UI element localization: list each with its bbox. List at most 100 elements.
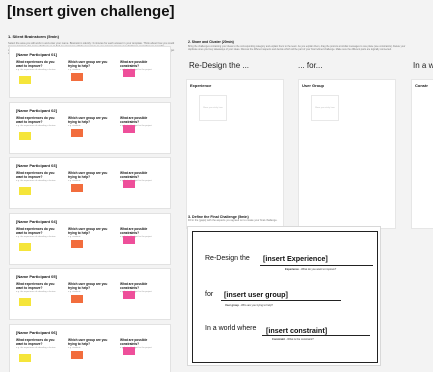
question-text: Which user group are you trying to help? [68, 60, 108, 68]
placeholder-sticky[interactable]: Move your sticky here [311, 95, 339, 121]
user-group-underline [221, 300, 341, 301]
question-text: What experiences do you want to improve? [16, 282, 55, 290]
question-text: What are possible constraints? [120, 115, 148, 124]
sticky-note[interactable] [71, 350, 83, 359]
placeholder-sticky[interactable]: Move your sticky here [199, 95, 227, 121]
user-group-note: User group - Who are you trying to help? [225, 304, 273, 307]
participant-name[interactable]: [Name Participant 02] [16, 108, 57, 113]
participant-name[interactable]: [Name Participant 03] [16, 163, 57, 168]
question-hint: e.g. the experience of attending a lectu… [16, 124, 56, 127]
question-column: What experiences do you want to improve?… [16, 338, 62, 349]
question-text: What are possible constraints? [120, 60, 148, 68]
participant-card[interactable]: [Name Participant 05] What experiences do… [9, 268, 171, 320]
section-title: 1. Silent Brainstorm (5min) [8, 34, 59, 39]
question-text: Which user group are you trying to help? [68, 337, 108, 346]
section-title: 2. Share and Cluster (20min) [188, 40, 234, 44]
question-hint: e.g. the experience of attending a lectu… [16, 180, 56, 182]
column-heading-world: In a w [413, 61, 433, 70]
participant-name[interactable]: [Name Participant 06] [16, 330, 57, 335]
share-and-cluster-section: 2. Share and Cluster (20min) Bring the c… [186, 34, 433, 229]
sticky-note[interactable] [123, 180, 135, 188]
participant-name[interactable]: [Name Participant 01] [16, 52, 57, 57]
sticky-note[interactable] [123, 291, 135, 299]
experience-blank[interactable]: [insert Experience] [263, 254, 328, 263]
experience-note: Experience - What do you want to improve… [285, 268, 337, 271]
section-description: Fill in the [gaps] with the aspects you … [188, 219, 278, 222]
question-text: What are possible constraints? [120, 226, 148, 235]
question-hint: e.g. students [68, 69, 81, 71]
question-hint: e.g. students [68, 291, 81, 293]
question-column: What experiences do you want to improve?… [16, 282, 62, 293]
question-hint: e.g. the experience of attending a lectu… [16, 291, 56, 293]
sticky-note[interactable] [19, 242, 31, 251]
experience-underline [260, 265, 373, 266]
panel-label: User Group [302, 83, 325, 88]
sticky-note[interactable] [123, 69, 135, 77]
panel-label: Constr [415, 83, 428, 88]
world-prefix: In a world where [205, 325, 257, 332]
sticky-note[interactable] [19, 131, 31, 140]
question-column: What experiences do you want to improve?… [16, 60, 62, 71]
question-text: What are possible constraints? [120, 171, 148, 179]
sticky-note[interactable] [19, 353, 31, 362]
constraint-panel[interactable]: Constr [411, 79, 433, 229]
sticky-note[interactable] [71, 184, 83, 192]
question-text: Which user group are you trying to help? [68, 226, 108, 235]
question-text: What are possible constraints? [120, 282, 148, 290]
question-column: Which user group are you trying to help?… [68, 338, 114, 349]
question-text: What experiences do you want to improve? [16, 60, 55, 68]
participant-card[interactable]: [Name Participant 03] What experiences do… [9, 157, 171, 209]
question-column: Which user group are you trying to help?… [68, 227, 114, 238]
sticky-note[interactable] [71, 73, 83, 81]
final-challenge-box: Re-Design the [insert Experience] Experi… [187, 226, 381, 366]
question-column: Which user group are you trying to help?… [68, 171, 114, 182]
participant-card[interactable]: [Name Participant 06] What experiences do… [9, 323, 171, 372]
question-text: Which user group are you trying to help? [68, 171, 108, 179]
participant-name[interactable]: [Name Participant 04] [16, 219, 57, 224]
question-hint: e.g. the experience of attending a lectu… [16, 69, 56, 71]
constraint-underline [262, 335, 370, 336]
participant-card[interactable]: [Name Participant 04] What experiences do… [9, 212, 171, 265]
question-text: What experiences do you want to improve? [16, 115, 55, 124]
user-group-blank[interactable]: [insert user group] [224, 290, 288, 299]
question-column: Which user group are you trying to help?… [68, 282, 114, 293]
sticky-note[interactable] [19, 187, 31, 195]
sticky-note[interactable] [123, 124, 135, 133]
page-title: [Insert given challenge] [7, 3, 175, 20]
question-column: Which user group are you trying to help?… [68, 60, 114, 71]
question-text: What are possible constraints? [120, 337, 148, 346]
participant-card[interactable]: [Name Participant 01] What experiences do… [9, 46, 171, 98]
participant-card[interactable]: [Name Participant 02] What experiences do… [9, 101, 171, 154]
user-group-panel[interactable]: User Group Move your sticky here [298, 79, 396, 229]
question-hint: e.g. students [68, 235, 81, 238]
for-prefix: for [205, 291, 214, 298]
question-hint: e.g. the experience of attending a lectu… [16, 346, 56, 349]
sticky-note[interactable] [123, 346, 135, 355]
question-hint: e.g. the experience of attending a lectu… [16, 235, 56, 238]
question-text: Which user group are you trying to help? [68, 282, 108, 290]
sticky-note[interactable] [71, 128, 83, 137]
constraint-blank[interactable]: [insert constraint] [266, 326, 327, 335]
challenge-frame: Re-Design the [insert Experience] Experi… [192, 231, 378, 363]
column-heading-redesign: Re-Design the ... [189, 61, 250, 70]
sticky-note[interactable] [71, 295, 83, 303]
redesign-prefix: Re-Design the [205, 255, 250, 262]
sticky-note[interactable] [71, 239, 83, 248]
participant-name[interactable]: [Name Participant 05] [16, 274, 57, 279]
question-text: What experiences do you want to improve? [16, 171, 55, 179]
question-hint: e.g. students [68, 124, 81, 127]
sticky-note[interactable] [123, 235, 135, 244]
sticky-note[interactable] [19, 298, 31, 306]
experience-panel[interactable]: Experience Move your sticky here [186, 79, 284, 229]
question-hint: e.g. students [68, 180, 81, 182]
sticky-note[interactable] [19, 76, 31, 84]
constraint-note: Constraint - What is the constraint? [272, 338, 314, 341]
question-column: Which user group are you trying to help?… [68, 116, 114, 127]
question-hint: e.g. students [68, 346, 81, 349]
question-column: What experiences do you want to improve?… [16, 116, 62, 127]
question-text: What experiences do you want to improve? [16, 226, 55, 235]
panel-label: Experience [190, 83, 212, 88]
question-text: Which user group are you trying to help? [68, 115, 108, 124]
question-text: What experiences do you want to improve? [16, 337, 55, 346]
section-description: Bring the challenges containing your ide… [188, 45, 406, 51]
